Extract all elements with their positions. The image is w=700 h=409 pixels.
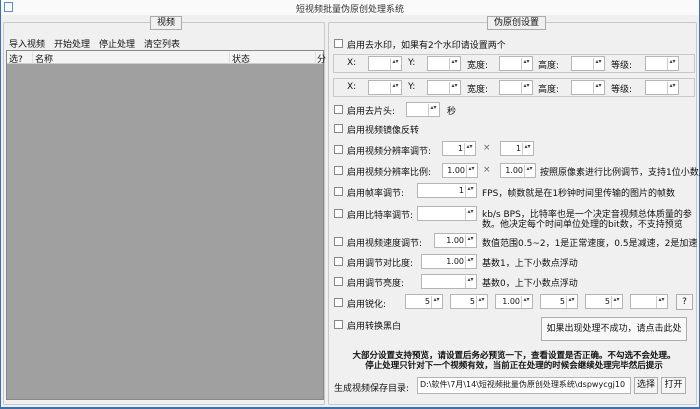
watermark-1-input-5[interactable] bbox=[645, 56, 679, 71]
toolbar-menu: 导入视频 开始处理 停止处理 清空列表 bbox=[9, 37, 189, 50]
fps-input[interactable]: 1 bbox=[417, 183, 477, 198]
watermark-field-label: X: bbox=[347, 58, 357, 68]
title-bar: 短视频批量伪原创处理系统 bbox=[1, 0, 699, 15]
watermark-field-label: Y: bbox=[408, 58, 416, 68]
speed-hint: 数值范围0.5~2，1是正常速度，0.5是减速，2是加速 bbox=[482, 239, 698, 249]
bitrate-label: 启用比特率调节: bbox=[347, 211, 414, 221]
sharpen-help-button[interactable]: ? bbox=[676, 294, 693, 310]
mirror-label: 启用视频镜像反转 bbox=[347, 126, 420, 136]
fps-checkbox[interactable] bbox=[334, 187, 343, 196]
fps-hint: FPS，帧数就是在1秒钟时间里传输的图片的帧数 bbox=[482, 189, 676, 199]
column-status[interactable]: 状态 bbox=[232, 52, 316, 65]
grayscale-label: 启用转换黑白 bbox=[347, 322, 402, 332]
column-select[interactable]: 选? bbox=[9, 52, 33, 65]
ratio-checkbox[interactable] bbox=[334, 166, 343, 175]
resolution-height-input[interactable]: 1 bbox=[500, 141, 534, 156]
video-group-title: 视频 bbox=[150, 16, 183, 30]
trim-label: 启用去片头: bbox=[347, 107, 396, 117]
watermark-field-label: 宽度: bbox=[467, 85, 489, 95]
watermark-2-input-5[interactable] bbox=[645, 80, 679, 95]
resolution-width-input[interactable]: 1 bbox=[442, 141, 476, 156]
watermark-field-label: Y: bbox=[408, 82, 416, 92]
column-name[interactable]: 名称 bbox=[35, 52, 230, 65]
times-sign: × bbox=[483, 143, 491, 153]
clear-list-button[interactable]: 清空列表 bbox=[144, 40, 180, 50]
watermark-field-label: 高度: bbox=[538, 61, 560, 71]
watermark-field-label: 等级: bbox=[611, 61, 633, 71]
bitrate-checkbox[interactable] bbox=[334, 209, 343, 218]
note-line-2: 停止处理只针对下一个视频有效，当前正在处理的时候会继续处理完毕然后提示 bbox=[365, 361, 663, 371]
sharpen-input-4[interactable]: 5 bbox=[540, 294, 578, 309]
contrast-input[interactable]: 1.00 bbox=[421, 254, 477, 269]
save-dir-input[interactable]: D:\软件\7月\14\短视频批量伪原创处理系统\dspwycgj10 bbox=[417, 377, 631, 394]
open-dir-button[interactable]: 打开 bbox=[661, 377, 686, 394]
ratio-label: 启用视频分辨率比例: bbox=[347, 168, 432, 178]
sharpen-input-6[interactable] bbox=[630, 294, 668, 309]
sharpen-input-5[interactable]: 5 bbox=[585, 294, 623, 309]
contrast-hint: 基数1，上下小数点浮动 bbox=[482, 259, 578, 269]
settings-group-title: 伪原创设置 bbox=[487, 16, 547, 30]
bitrate-hint-2: 数。他决定每个时间单位处理的bit数，不支持预览 bbox=[482, 220, 683, 230]
start-process-button[interactable]: 开始处理 bbox=[54, 40, 90, 50]
ratio-width-input[interactable]: 1.00 bbox=[442, 163, 478, 178]
grayscale-checkbox[interactable] bbox=[334, 320, 343, 329]
watermark-field-label: 高度: bbox=[538, 85, 560, 95]
brightness-input[interactable] bbox=[421, 274, 477, 289]
contrast-label: 启用调节对比度: bbox=[347, 259, 414, 269]
mirror-checkbox[interactable] bbox=[334, 124, 343, 133]
brightness-label: 启用调节亮度: bbox=[347, 279, 405, 289]
trim-checkbox[interactable] bbox=[334, 105, 343, 114]
column-extra[interactable]: 分 bbox=[317, 52, 326, 65]
watermark-field-label: 等级: bbox=[611, 85, 633, 95]
speed-label: 启用视频速度调节: bbox=[347, 239, 423, 249]
watermark-field-label: X: bbox=[347, 82, 357, 92]
ratio-hint: 按照原像素进行比例调节，支持1位小数点 bbox=[540, 168, 700, 178]
trim-input[interactable] bbox=[406, 102, 440, 117]
speed-checkbox[interactable] bbox=[334, 237, 343, 246]
fps-label: 启用帧率调节: bbox=[347, 189, 405, 199]
watermark-2-input-1[interactable] bbox=[368, 80, 402, 95]
watermark-1-input-4[interactable] bbox=[571, 56, 605, 71]
trim-unit: 秒 bbox=[447, 107, 457, 117]
watermark-checkbox[interactable] bbox=[334, 39, 343, 48]
brightness-hint: 基数0，上下小数点浮动 bbox=[482, 279, 578, 289]
watermark-2-input-3[interactable] bbox=[499, 80, 533, 95]
sharpen-checkbox[interactable] bbox=[334, 298, 343, 307]
sharpen-input-1[interactable]: 5 bbox=[405, 294, 443, 309]
brightness-checkbox[interactable] bbox=[334, 277, 343, 286]
fix-failure-button[interactable]: 如果出现处理不成功，请点击此处 bbox=[541, 317, 687, 341]
contrast-checkbox[interactable] bbox=[334, 257, 343, 266]
watermark-field-label: 宽度: bbox=[467, 61, 489, 71]
watermark-2-input-4[interactable] bbox=[571, 80, 605, 95]
save-dir-label: 生成视频保存目录: bbox=[334, 384, 410, 394]
sharpen-label: 启用锐化: bbox=[347, 300, 387, 310]
speed-input[interactable]: 1.00 bbox=[434, 233, 477, 248]
sharpen-input-3[interactable]: 1.00 bbox=[495, 294, 533, 309]
stop-process-button[interactable]: 停止处理 bbox=[99, 40, 135, 50]
watermark-1-input-2[interactable] bbox=[427, 56, 461, 71]
watermark-1-input-3[interactable] bbox=[499, 56, 533, 71]
watermark-label: 启用去水印，如果有2个水印请设置两个 bbox=[347, 41, 506, 51]
import-video-button[interactable]: 导入视频 bbox=[9, 40, 45, 50]
watermark-2-input-2[interactable] bbox=[427, 80, 461, 95]
video-list[interactable]: 选? 名称 状态 分 bbox=[6, 50, 326, 400]
resolution-label: 启用视频分辨率调节: bbox=[347, 147, 432, 157]
sharpen-input-2[interactable]: 5 bbox=[450, 294, 488, 309]
main-window: 短视频批量伪原创处理系统 视频 导入视频 开始处理 停止处理 清空列表 选? 名称 状… bbox=[1, 0, 700, 407]
bitrate-input[interactable] bbox=[417, 206, 477, 221]
watermark-1-input-1[interactable] bbox=[368, 56, 402, 71]
list-header: 选? 名称 状态 分 bbox=[7, 51, 326, 65]
choose-dir-button[interactable]: 选择 bbox=[634, 377, 658, 394]
ratio-height-input[interactable]: 1.00 bbox=[500, 163, 536, 178]
window-title: 短视频批量伪原创处理系统 bbox=[295, 5, 404, 15]
times-sign: × bbox=[483, 165, 491, 175]
resolution-checkbox[interactable] bbox=[334, 145, 343, 154]
